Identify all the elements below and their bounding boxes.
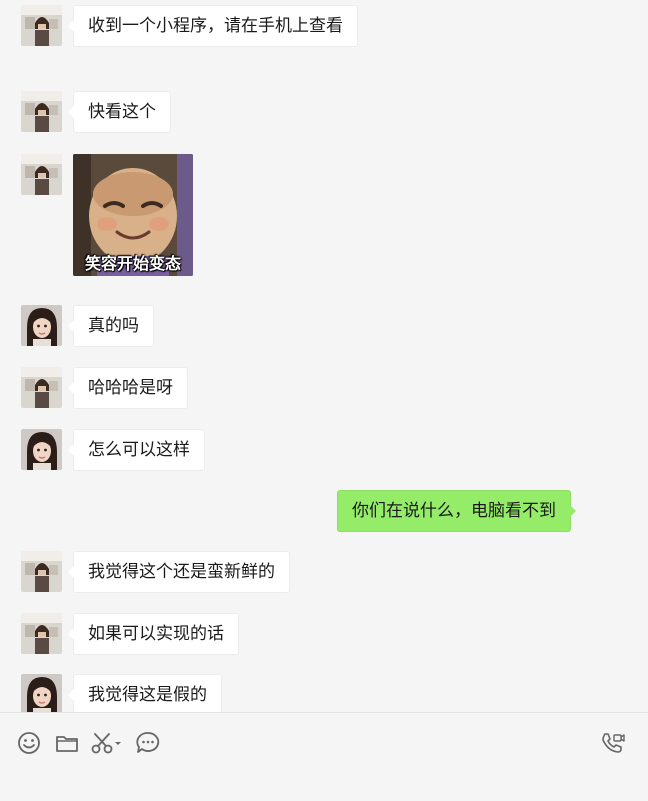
avatar[interactable]	[21, 91, 62, 132]
input-toolbar	[0, 712, 648, 801]
message-bubble[interactable]: 快看这个	[68, 91, 171, 133]
emoji-icon[interactable]	[16, 730, 42, 756]
sticker-caption: 笑容开始变态	[84, 254, 181, 273]
video-call-icon[interactable]	[600, 730, 626, 756]
message-bubble[interactable]: 如果可以实现的话	[68, 613, 239, 655]
message-bubble[interactable]: 真的吗	[68, 305, 154, 347]
avatar[interactable]	[21, 674, 62, 712]
message-bubble[interactable]: 我觉得这个还是蛮新鲜的	[68, 551, 290, 593]
sticker-image[interactable]: 笑容开始变态	[73, 154, 193, 276]
scissors-icon[interactable]	[90, 730, 124, 756]
chat-bubble-icon[interactable]	[135, 730, 161, 756]
message-bubble[interactable]: 怎么可以这样	[68, 429, 205, 471]
avatar[interactable]	[21, 5, 62, 46]
avatar[interactable]	[21, 429, 62, 470]
my-message-bubble[interactable]: 你们在说什么，电脑看不到	[337, 490, 576, 532]
avatar[interactable]	[21, 305, 62, 346]
avatar[interactable]	[21, 613, 62, 654]
folder-icon[interactable]	[54, 730, 80, 756]
avatar[interactable]	[21, 551, 62, 592]
avatar[interactable]	[21, 154, 62, 195]
message-bubble[interactable]: 收到一个小程序，请在手机上查看	[68, 5, 358, 47]
message-bubble[interactable]: 我觉得这是假的	[68, 674, 222, 712]
avatar[interactable]	[21, 367, 62, 408]
chat-message-list[interactable]: 收到一个小程序，请在手机上查看 快看这个 笑容开始变态 真的吗 哈哈哈是呀 怎么…	[0, 0, 648, 712]
message-bubble[interactable]: 哈哈哈是呀	[68, 367, 188, 409]
